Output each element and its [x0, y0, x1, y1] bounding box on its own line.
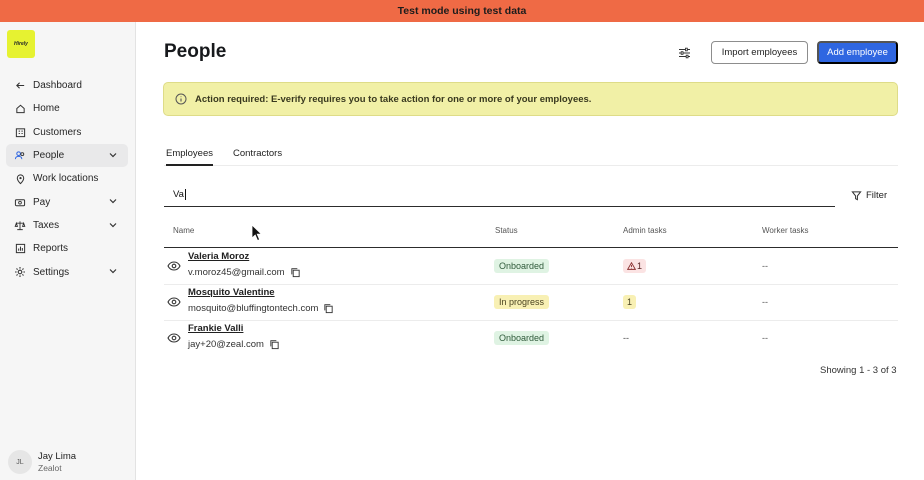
chevron-down-icon[interactable]	[108, 150, 118, 160]
sidebar-item-pay[interactable]: Pay	[6, 190, 128, 213]
search-input[interactable]: Va	[164, 183, 835, 207]
column-header-worker-tasks[interactable]: Worker tasks	[762, 226, 809, 235]
chevron-down-icon[interactable]	[108, 220, 118, 230]
copy-icon[interactable]	[323, 303, 334, 314]
sidebar-item-label: Reports	[33, 243, 69, 255]
text-caret	[184, 189, 186, 200]
sidebar-item-label: Dashboard	[33, 80, 82, 92]
tab-contractors[interactable]: Contractors	[233, 148, 282, 166]
column-header-name[interactable]: Name	[173, 226, 194, 235]
avatar: JL	[8, 450, 32, 474]
info-icon	[175, 93, 187, 105]
mouse-cursor-icon	[251, 224, 263, 242]
employee-name[interactable]: Frankie Valli	[188, 323, 243, 334]
employee-email-text: mosquito@bluffingtontech.com	[188, 303, 319, 314]
eye-icon[interactable]	[167, 295, 181, 309]
import-employees-button[interactable]: Import employees	[711, 41, 808, 64]
sidebar-item-reports[interactable]: Reports	[6, 237, 128, 260]
eye-icon[interactable]	[167, 259, 181, 273]
column-header-admin-tasks[interactable]: Admin tasks	[623, 226, 667, 235]
employees-table: Valeria Moroz v.moroz45@gmail.com Onboar…	[164, 249, 898, 357]
sidebar-item-label: People	[33, 150, 65, 162]
sidebar-item-home[interactable]: Home	[6, 97, 128, 120]
admin-tasks: --	[623, 333, 629, 343]
pagination-summary: Showing 1 - 3 of 3	[820, 365, 897, 376]
main-content: People Import employees Add employee Act…	[137, 22, 924, 480]
worker-tasks: --	[762, 297, 768, 307]
column-header-status[interactable]: Status	[495, 226, 518, 235]
chart-icon	[14, 243, 26, 255]
employee-email: v.moroz45@gmail.com	[188, 267, 301, 278]
table-row[interactable]: Mosquito Valentine mosquito@bluffingtont…	[164, 285, 898, 321]
sidebar-item-label: Home	[33, 103, 60, 115]
people-tabs: Employees Contractors	[164, 148, 898, 166]
sidebar-item-label: Settings	[33, 266, 70, 278]
brand-logo-text: Hirely	[14, 41, 28, 47]
filter-label: Filter	[866, 190, 888, 201]
sidebar-item-customers[interactable]: Customers	[6, 121, 128, 144]
user-role: Zealot	[38, 463, 62, 473]
action-required-alert: Action required: E-verify requires you t…	[163, 82, 898, 116]
view-settings-button[interactable]	[675, 44, 693, 62]
sliders-icon	[678, 47, 690, 59]
gear-icon	[14, 266, 26, 278]
chevron-down-icon[interactable]	[108, 266, 118, 276]
brand-logo[interactable]: Hirely	[7, 30, 35, 58]
employee-name[interactable]: Mosquito Valentine	[188, 287, 275, 298]
sidebar-item-label: Work locations	[33, 173, 99, 185]
test-mode-text: Test mode using test data	[397, 5, 527, 17]
arrow-left-icon	[14, 80, 26, 92]
page-title: People	[164, 41, 227, 62]
search-value: Va	[173, 189, 184, 200]
sidebar-item-label: Customers	[33, 126, 82, 138]
people-icon	[14, 150, 26, 162]
sidebar: Hirely Dashboard Home Customers People W…	[0, 22, 136, 480]
worker-tasks: --	[762, 261, 768, 271]
copy-icon[interactable]	[290, 267, 301, 278]
sidebar-item-settings[interactable]: Settings	[6, 260, 128, 283]
filter-button[interactable]: Filter	[851, 190, 887, 201]
employee-email-text: jay+20@zeal.com	[188, 339, 264, 350]
add-employee-button[interactable]: Add employee	[817, 41, 898, 64]
tab-employees[interactable]: Employees	[166, 148, 213, 166]
status-badge: Onboarded	[494, 331, 550, 345]
scale-icon	[14, 219, 26, 231]
map-pin-icon	[14, 173, 26, 185]
home-icon	[14, 103, 26, 115]
sidebar-item-people[interactable]: People	[6, 143, 128, 168]
employee-email: mosquito@bluffingtontech.com	[188, 303, 334, 314]
building-icon	[14, 126, 26, 138]
alert-text: Action required: E-verify requires you t…	[195, 93, 592, 105]
user-name: Jay Lima	[38, 451, 77, 462]
sidebar-item-label: Taxes	[33, 219, 60, 231]
employee-email: jay+20@zeal.com	[188, 339, 280, 350]
table-header: Name Status Admin tasks Worker tasks	[164, 226, 898, 248]
warning-icon	[626, 261, 637, 270]
table-row[interactable]: Valeria Moroz v.moroz45@gmail.com Onboar…	[164, 249, 898, 285]
admin-tasks-badge: 1	[623, 259, 647, 273]
sidebar-item-taxes[interactable]: Taxes	[6, 214, 128, 237]
status-badge: Onboarded	[494, 259, 550, 273]
copy-icon[interactable]	[269, 339, 280, 350]
worker-tasks: --	[762, 333, 768, 343]
user-profile[interactable]: JL Jay Lima Zealot	[8, 450, 76, 474]
sidebar-nav: Dashboard Home Customers People Work loc…	[6, 74, 128, 284]
admin-tasks-badge: 1	[623, 295, 637, 309]
sidebar-item-dashboard[interactable]: Dashboard	[6, 74, 128, 97]
sidebar-item-work-locations[interactable]: Work locations	[6, 167, 128, 190]
employee-name[interactable]: Valeria Moroz	[188, 251, 249, 262]
employee-email-text: v.moroz45@gmail.com	[188, 267, 285, 278]
test-mode-banner: Test mode using test data	[0, 0, 924, 22]
eye-icon[interactable]	[167, 331, 181, 345]
filter-icon	[851, 190, 862, 201]
money-icon	[14, 196, 26, 208]
admin-tasks-count: 1	[637, 261, 643, 271]
table-row[interactable]: Frankie Valli jay+20@zeal.com Onboarded …	[164, 321, 898, 357]
status-badge: In progress	[494, 295, 550, 309]
sidebar-item-label: Pay	[33, 196, 51, 208]
chevron-down-icon[interactable]	[108, 196, 118, 206]
